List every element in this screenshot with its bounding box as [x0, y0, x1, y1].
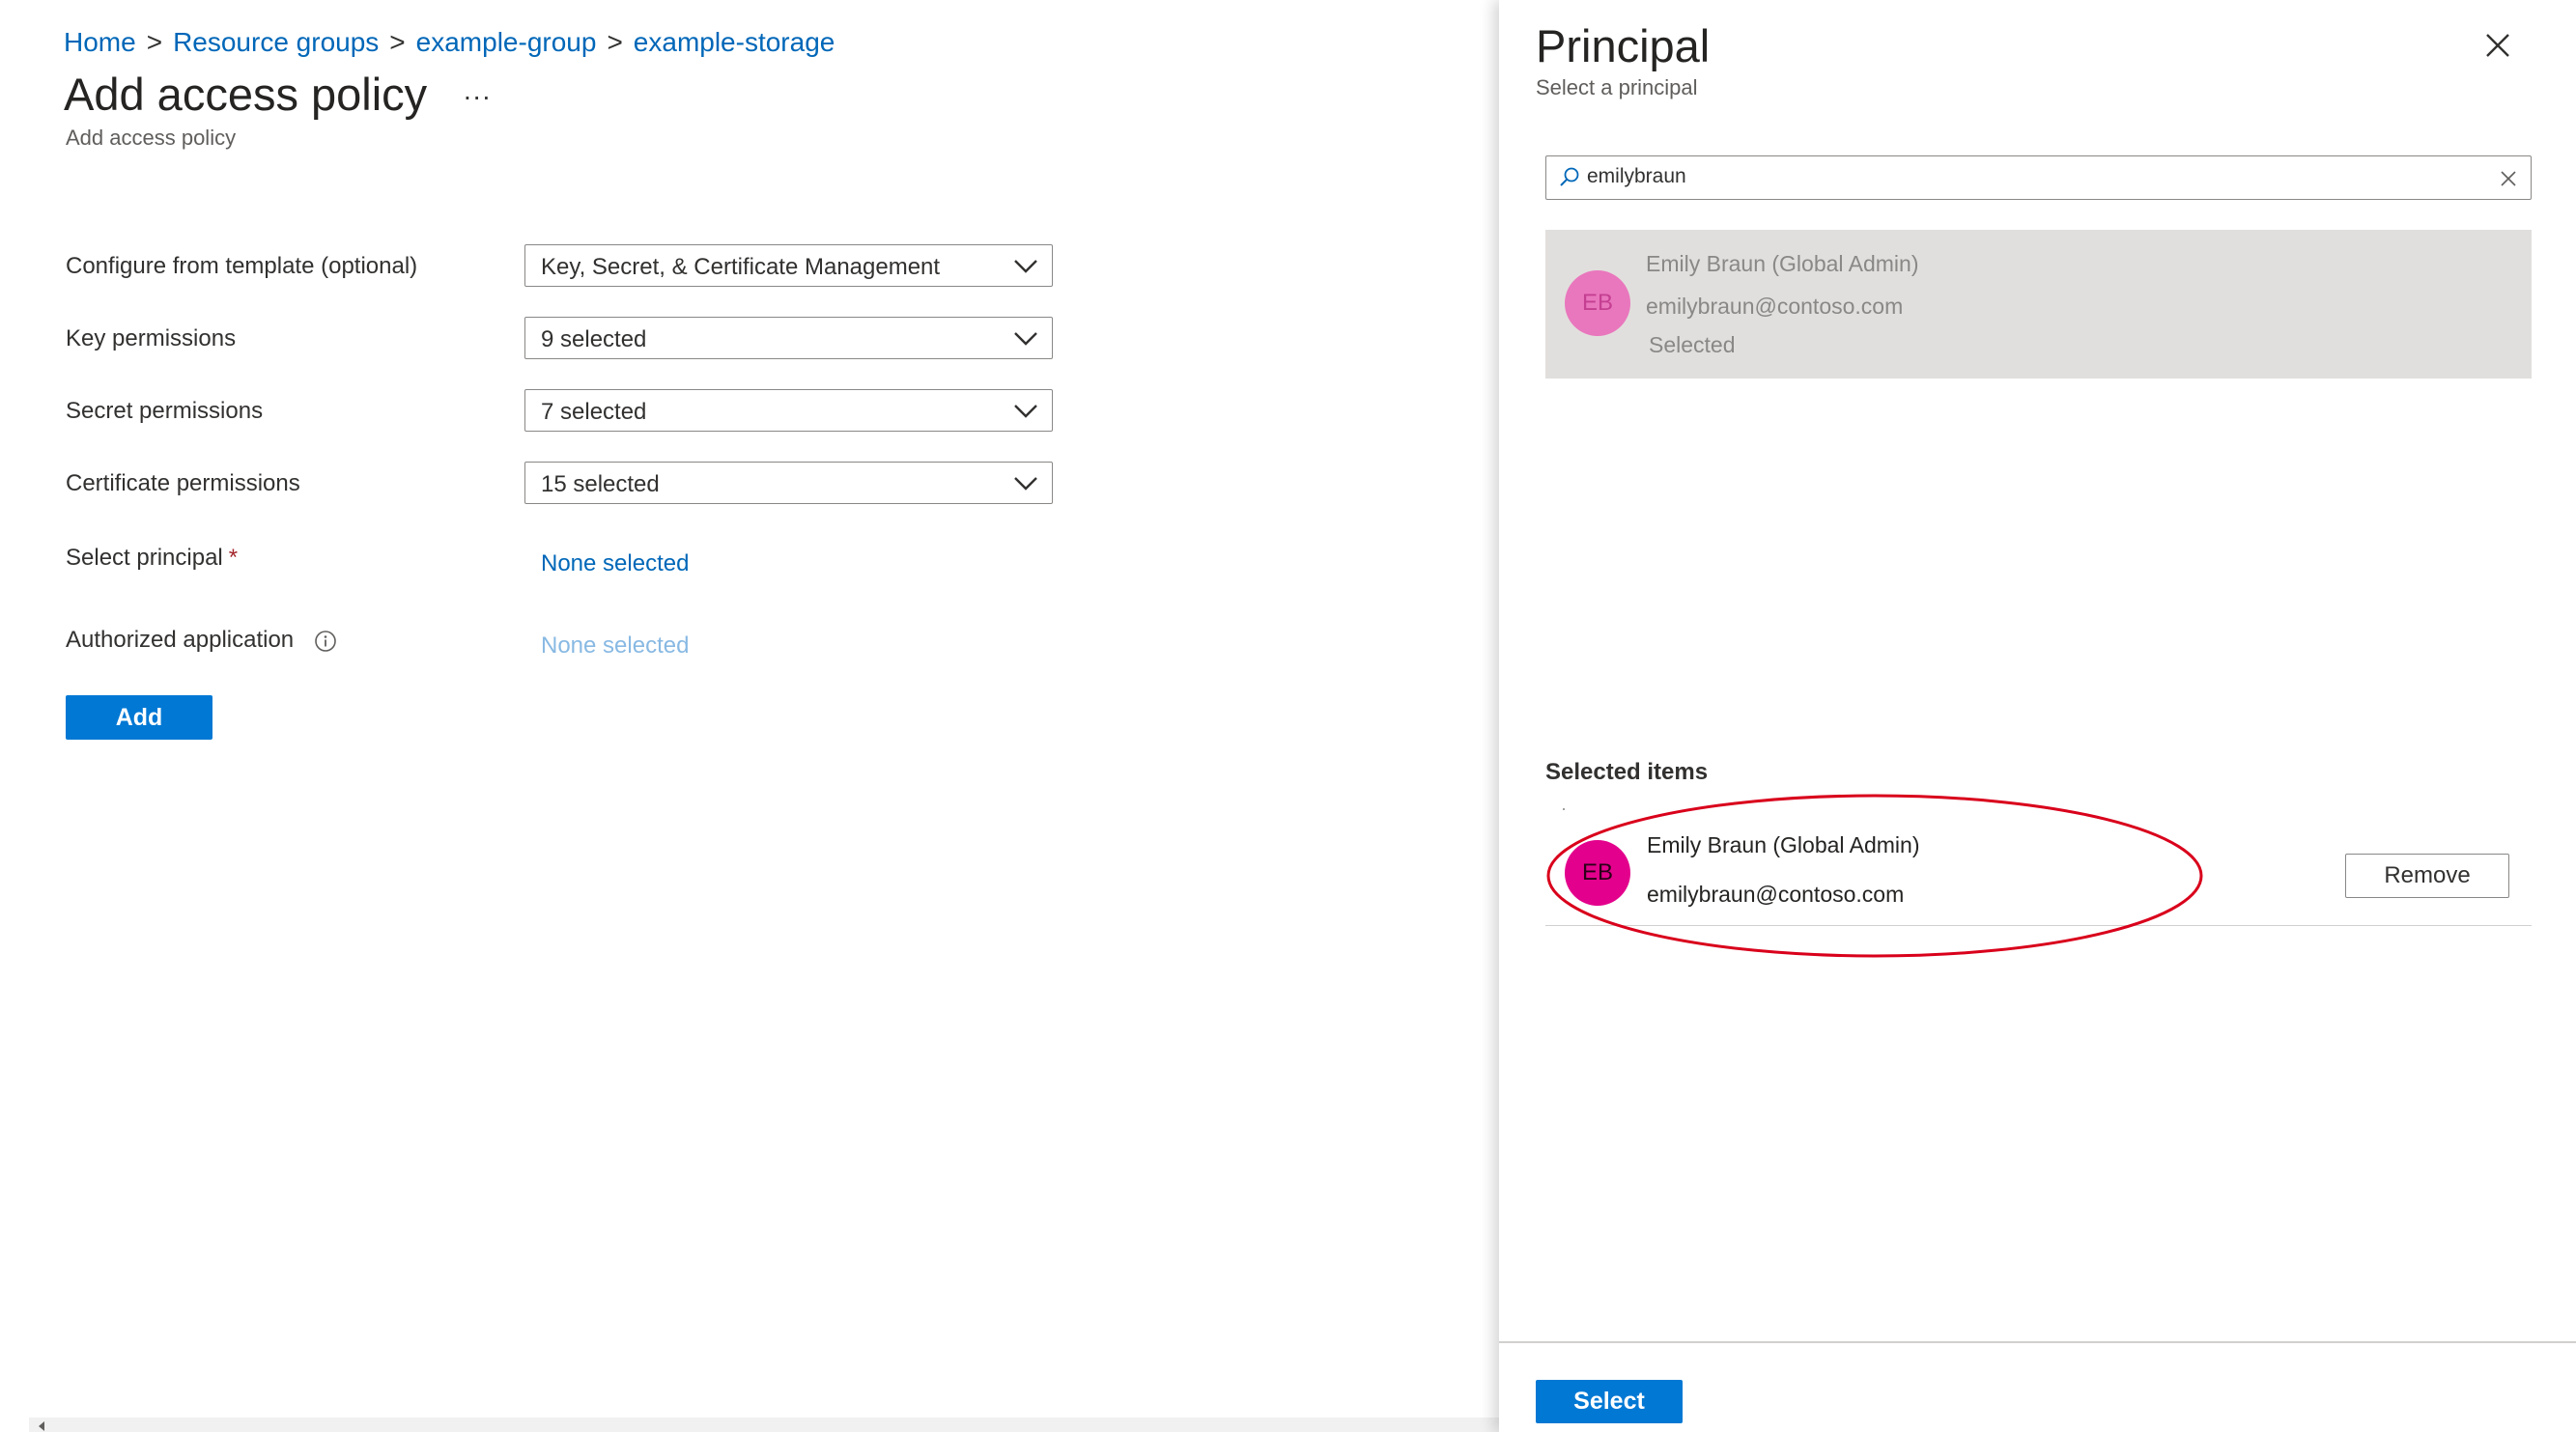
remove-button[interactable]: Remove [2345, 854, 2509, 898]
authorized-application-label-text: Authorized application [66, 627, 295, 653]
chevron-down-icon [1014, 477, 1037, 491]
principal-panel: Principal Select a principal EB Emily Br… [1499, 0, 2576, 1432]
authorized-application-label: Authorized application [66, 627, 337, 654]
secret-permissions-label: Secret permissions [66, 398, 264, 424]
select-principal-label-text: Select principal [66, 545, 223, 571]
secret-permissions-value: 7 selected [541, 399, 647, 425]
breadcrumb-separator: > [146, 27, 163, 57]
avatar: EB [1565, 840, 1630, 906]
horizontal-scrollbar[interactable] [29, 1418, 1499, 1432]
clear-icon[interactable] [2500, 170, 2517, 187]
breadcrumb-separator: > [389, 27, 406, 57]
principal-search-input[interactable] [1587, 162, 2456, 191]
panel-title: Principal [1536, 20, 1711, 71]
principal-search-box [1545, 155, 2532, 200]
select-principal-link[interactable]: None selected [541, 550, 689, 577]
certificate-permissions-dropdown[interactable]: 15 selected [524, 462, 1053, 504]
template-label: Configure from template (optional) [66, 253, 418, 279]
result-email: emilybraun@contoso.com [1646, 294, 1904, 319]
result-name: Emily Braun (Global Admin) [1646, 251, 1919, 276]
breadcrumb: Home > Resource groups > example-group > examp… [64, 27, 835, 58]
certificate-permissions-value: 15 selected [541, 471, 660, 497]
add-button[interactable]: Add [66, 695, 212, 740]
search-icon [1560, 167, 1579, 186]
selected-item-name: Emily Braun (Global Admin) [1647, 832, 1920, 857]
close-icon[interactable] [2481, 29, 2514, 62]
divider-dot [1563, 808, 1565, 810]
select-principal-label: Select principal * [66, 545, 238, 572]
selected-items-heading: Selected items [1545, 759, 1709, 785]
breadcrumb-example-storage[interactable]: example-storage [634, 27, 835, 57]
selected-item: EB Emily Braun (Global Admin) emilybraun… [1545, 811, 2532, 926]
key-permissions-dropdown[interactable]: 9 selected [524, 317, 1053, 359]
page-subtitle: Add access policy [66, 126, 237, 150]
result-status: Selected [1649, 332, 1736, 357]
key-permissions-value: 9 selected [541, 326, 647, 352]
selected-item-email: emilybraun@contoso.com [1647, 882, 1905, 907]
page-title: Add access policy [64, 69, 428, 120]
panel-footer-divider [1499, 1341, 2576, 1343]
authorized-application-link: None selected [541, 632, 690, 659]
search-result-item[interactable]: EB Emily Braun (Global Admin) emilybraun… [1545, 230, 2532, 379]
chevron-down-icon [1014, 260, 1037, 273]
select-button[interactable]: Select [1536, 1380, 1683, 1423]
avatar: EB [1565, 270, 1630, 336]
chevron-down-icon [1014, 405, 1037, 418]
more-icon[interactable]: ... [464, 75, 492, 106]
template-dropdown[interactable]: Key, Secret, & Certificate Management [524, 244, 1053, 287]
chevron-down-icon [1014, 332, 1037, 346]
template-dropdown-value: Key, Secret, & Certificate Management [541, 254, 941, 280]
key-permissions-label: Key permissions [66, 325, 237, 351]
required-marker: * [228, 545, 239, 571]
add-access-policy-blade: Home > Resource groups > example-group > examp… [0, 0, 1505, 1432]
breadcrumb-example-group[interactable]: example-group [416, 27, 597, 57]
breadcrumb-home[interactable]: Home [64, 27, 136, 57]
breadcrumb-separator: > [607, 27, 623, 57]
info-icon[interactable] [314, 630, 337, 653]
breadcrumb-resource-groups[interactable]: Resource groups [173, 27, 379, 57]
certificate-permissions-label: Certificate permissions [66, 470, 300, 496]
panel-subtitle: Select a principal [1536, 75, 1698, 99]
secret-permissions-dropdown[interactable]: 7 selected [524, 389, 1053, 432]
scroll-left-icon[interactable] [39, 1421, 44, 1431]
